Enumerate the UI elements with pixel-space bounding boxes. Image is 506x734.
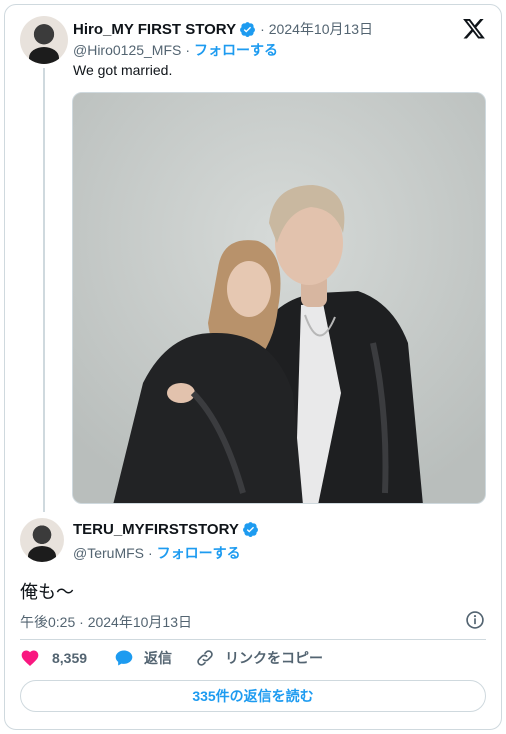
quoted-tweet-date[interactable]: 2024年10月13日 [269,19,373,39]
separator-dot: · [185,42,191,58]
verified-badge-icon [240,21,256,37]
quoted-author-handle[interactable]: @Hiro0125_MFS [73,42,181,58]
reply-tweet-header-line2: @TeruMFS · フォローする [73,543,241,563]
x-logo-icon[interactable] [463,19,485,39]
reply-tweet-timestamp[interactable]: 午後0:25 · 2024年10月13日 [20,612,192,632]
info-icon[interactable] [465,610,485,630]
separator-dot: · [260,21,265,37]
copy-link-button[interactable]: リンクをコピー [195,648,323,668]
reply-tweet-header-line1: TERU_MYFIRSTSTORY [73,521,259,538]
reply-tweet-text: 俺も〜 [20,582,74,602]
verified-badge-icon [242,522,258,538]
link-icon [197,650,213,666]
follow-teru-button[interactable]: フォローする [157,543,241,563]
speech-bubble-icon [115,650,133,666]
quoted-author-name[interactable]: Hiro_MY FIRST STORY [73,21,236,38]
quoted-tweet-header-line2: @Hiro0125_MFS · フォローする [73,40,278,60]
reply-author-name[interactable]: TERU_MYFIRSTSTORY [73,521,239,538]
like-count: 8,359 [52,650,88,666]
like-button[interactable]: 8,359 [20,648,87,668]
heart-icon [21,650,39,666]
quoted-tweet-text: We got married. [73,62,173,78]
reply-button[interactable]: 返信 [114,648,172,668]
thread-connector-line [43,68,45,512]
quoted-tweet-header-line1: Hiro_MY FIRST STORY · 2024年10月13日 [73,19,373,39]
follow-hiro-button[interactable]: フォローする [194,40,278,60]
reply-label: 返信 [144,650,173,666]
tweet-actions-bar: 8,359 返信 リンクをコピー [20,648,323,668]
copy-link-label: リンクをコピー [225,650,324,666]
quoted-tweet-photo[interactable] [72,92,486,504]
hiro-avatar[interactable] [20,16,68,64]
read-replies-button[interactable]: 335件の返信を読む [20,680,486,712]
reply-author-handle[interactable]: @TeruMFS [73,545,144,561]
divider [20,639,486,640]
teru-avatar[interactable] [20,518,64,562]
separator-dot: · [148,545,153,561]
couple-photo-illustration [73,93,485,503]
